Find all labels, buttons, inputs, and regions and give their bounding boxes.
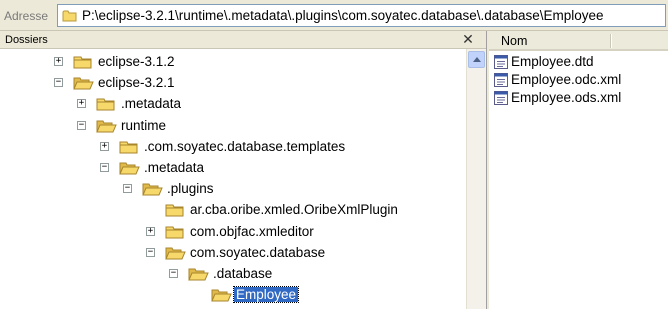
address-bar: Adresse P:\eclipse-3.2.1\runtime\.metada… — [0, 0, 668, 31]
tree-item-label: .database — [213, 266, 273, 281]
folder-icon — [165, 226, 184, 239]
tree-item-label: eclipse-3.1.2 — [98, 54, 175, 69]
tree-item-label: runtime — [121, 117, 167, 133]
tree-item-label: .plugins — [167, 181, 214, 197]
column-separator[interactable] — [610, 34, 612, 48]
tree-item-label: eclipse-3.2.1 — [98, 75, 175, 91]
tree-item[interactable]: + eclipse-3.1.2 — [0, 52, 466, 72]
tree-item-label: .metadata — [144, 160, 205, 175]
collapse-icon[interactable]: − — [54, 78, 63, 88]
collapse-icon[interactable]: − — [169, 269, 178, 278]
file-name: Employee.dtd — [511, 54, 594, 69]
folder-icon — [73, 56, 92, 69]
tree-item-label: Employee — [232, 286, 300, 304]
tree-item-label: .com.soyatec.database.templates — [144, 138, 346, 154]
folder-icon — [62, 10, 77, 22]
tree-item[interactable]: + .com.soyatec.database.templates — [0, 137, 466, 157]
tree-item-label: com.soyatec.database — [190, 244, 326, 260]
scroll-up-button[interactable] — [468, 51, 485, 68]
expand-icon[interactable]: + — [146, 226, 155, 236]
vertical-scrollbar[interactable] — [466, 49, 486, 309]
file-name: Employee.ods.xml — [511, 90, 622, 105]
column-header-name[interactable]: Nom — [489, 31, 668, 51]
tree-item-label: ar.cba.oribe.xmled.OribeXmlPlugin — [190, 202, 398, 218]
open-folder-icon — [73, 77, 94, 90]
tree-item-label: com.objfac.xmleditor — [190, 223, 314, 239]
folders-pane: Dossiers ✕ + eclipse-3.1.2− eclipse-3.2.1 +… — [0, 31, 487, 309]
tree-item[interactable]: − .metadata — [0, 158, 466, 178]
xml-file-icon — [494, 91, 508, 105]
folders-pane-header: Dossiers ✕ — [0, 31, 486, 49]
open-folder-icon — [142, 183, 163, 196]
folder-icon — [119, 141, 138, 154]
tree-item[interactable]: + com.objfac.xmleditor — [0, 222, 466, 242]
tree-item[interactable]: − .plugins — [0, 179, 466, 199]
tree-item[interactable]: − com.soyatec.database — [0, 243, 466, 263]
address-input[interactable]: P:\eclipse-3.2.1\runtime\.metadata\.plug… — [57, 4, 666, 27]
dtd-file-icon — [494, 55, 508, 69]
tree-item[interactable]: Employee — [0, 285, 466, 305]
open-folder-icon — [119, 162, 140, 175]
tree-item[interactable]: ar.cba.oribe.xmled.OribeXmlPlugin — [0, 200, 466, 220]
collapse-icon[interactable]: − — [123, 184, 132, 194]
folder-icon — [96, 98, 115, 111]
folders-pane-title: Dossiers — [5, 34, 48, 46]
file-name: Employee.odc.xml — [511, 72, 622, 87]
files-pane: Nom Employee.dtd Employee.odc.xml Employee… — [489, 31, 668, 309]
expand-icon[interactable]: + — [100, 141, 109, 151]
folder-tree: + eclipse-3.1.2 − eclipse-3.2.1 + .metadata − r… — [0, 49, 466, 309]
address-path: P:\eclipse-3.2.1\runtime\.metadata\.plug… — [82, 8, 604, 23]
open-folder-icon — [165, 247, 186, 260]
expand-icon[interactable]: + — [54, 57, 63, 66]
tree-item[interactable]: − eclipse-3.2.1 — [0, 73, 466, 93]
expand-icon[interactable]: + — [77, 99, 86, 109]
tree-item-label: .metadata — [121, 96, 182, 112]
open-folder-icon — [211, 289, 232, 302]
address-label: Adresse — [4, 9, 49, 23]
open-folder-icon — [96, 120, 117, 133]
collapse-icon[interactable]: − — [100, 163, 109, 172]
collapse-icon[interactable]: − — [77, 120, 86, 130]
column-header-label: Nom — [501, 34, 528, 48]
collapse-icon[interactable]: − — [146, 247, 155, 257]
xml-file-icon — [494, 73, 508, 87]
tree-item[interactable]: − .database — [0, 264, 466, 284]
open-folder-icon — [188, 268, 209, 281]
tree-item[interactable]: + .metadata — [0, 94, 466, 114]
folder-icon — [165, 204, 184, 217]
tree-item[interactable]: − runtime — [0, 116, 466, 136]
close-icon[interactable]: ✕ — [461, 32, 475, 46]
